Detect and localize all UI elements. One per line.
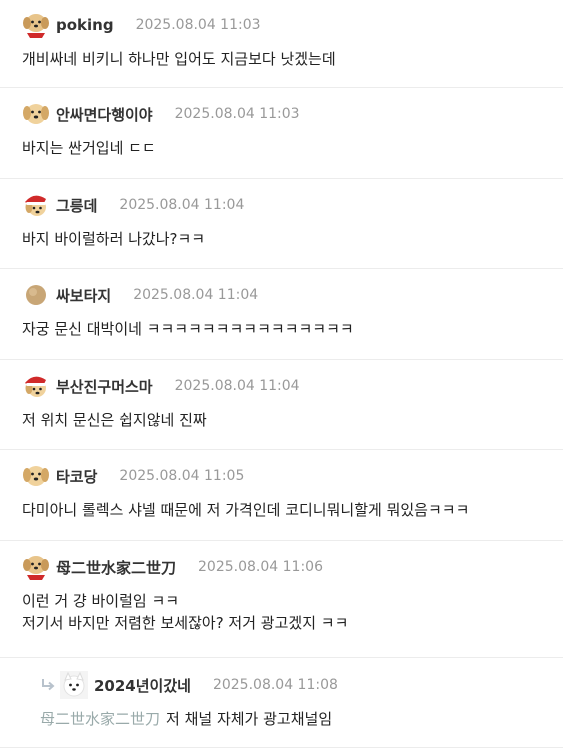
comment-author[interactable]: 2024년이갔네 bbox=[94, 675, 191, 696]
reply-arrow-icon bbox=[40, 677, 56, 693]
comment-text: 저기서 바지만 저렴한 보세잖아? 저거 광고겠지 ㅋㅋ bbox=[22, 614, 349, 632]
comment-item: 母二世水家二世刀 2025.08.04 11:06 이런 거 걍 바이럴임 ㅋㅋ… bbox=[0, 541, 563, 658]
comment-body: 자궁 문신 대박이네 ㅋㅋㅋㅋㅋㅋㅋㅋㅋㅋㅋㅋㅋㅋㅋ bbox=[22, 308, 563, 352]
comment-author[interactable]: 안싸면다행이야 bbox=[56, 104, 153, 125]
comment-text: 바지는 싼거입네 ㄷㄷ bbox=[22, 139, 156, 157]
comment-author[interactable]: 싸보타지 bbox=[56, 285, 111, 306]
comment-text: 자궁 문신 대박이네 ㅋㅋㅋㅋㅋㅋㅋㅋㅋㅋㅋㅋㅋㅋㅋ bbox=[22, 320, 354, 338]
comment-body: 바지 바이럴하러 나갔나?ㅋㅋ bbox=[22, 218, 563, 262]
comment-date: 2025.08.04 11:06 bbox=[198, 559, 323, 575]
comment-header: 그릉데 2025.08.04 11:04 bbox=[22, 192, 563, 218]
comment-date: 2025.08.04 11:05 bbox=[119, 468, 245, 484]
dog-icon[interactable] bbox=[22, 462, 50, 490]
comment-author[interactable]: 그릉데 bbox=[56, 195, 97, 216]
comment-body: 母二世水家二世刀 저 채널 자체가 광고채널임 bbox=[40, 698, 563, 742]
comment-author[interactable]: poking bbox=[56, 16, 114, 34]
white-dog-icon[interactable] bbox=[60, 671, 88, 699]
comment-author[interactable]: 母二世水家二世刀 bbox=[56, 557, 176, 578]
dog-icon[interactable] bbox=[22, 100, 50, 128]
comment-date: 2025.08.04 11:04 bbox=[174, 378, 300, 394]
comment-body: 다미아니 롤렉스 샤넬 때문에 저 가격인데 코디니뭐니할게 뭐있음ㅋㅋㅋ bbox=[22, 489, 563, 533]
comment-text: 개비싸네 비키니 하나만 입어도 지금보다 낫겠는데 bbox=[22, 50, 336, 68]
comment-date: 2025.08.04 11:03 bbox=[135, 17, 261, 33]
comment-date: 2025.08.04 11:04 bbox=[119, 197, 245, 213]
reply-item: 2024년이갔네 2025.08.04 11:08 母二世水家二世刀 저 채널 자… bbox=[0, 658, 563, 748]
comment-item: 그릉데 2025.08.04 11:04 바지 바이럴하러 나갔나?ㅋㅋ bbox=[0, 179, 563, 269]
comment-header: 2024년이갔네 2025.08.04 11:08 bbox=[40, 671, 563, 699]
comment-item: 타코당 2025.08.04 11:05 다미아니 롤렉스 샤넬 때문에 저 가… bbox=[0, 450, 563, 541]
comment-body: 저 위치 문신은 쉽지않네 진짜 bbox=[22, 399, 563, 443]
dog-santa-hat-icon[interactable] bbox=[22, 372, 50, 400]
comment-body: 바지는 싼거입네 ㄷㄷ bbox=[22, 127, 563, 171]
brown-circle-icon[interactable] bbox=[22, 281, 50, 309]
comment-body: 이런 거 걍 바이럴임 ㅋㅋ 저기서 바지만 저렴한 보세잖아? 저거 광고겠지… bbox=[22, 580, 563, 646]
comment-item: 안싸면다행이야 2025.08.04 11:03 바지는 싼거입네 ㄷㄷ bbox=[0, 88, 563, 179]
dog-red-scarf-icon[interactable] bbox=[22, 11, 50, 39]
dog-red-scarf-icon[interactable] bbox=[22, 553, 50, 581]
comment-item: 싸보타지 2025.08.04 11:04 자궁 문신 대박이네 ㅋㅋㅋㅋㅋㅋㅋ… bbox=[0, 269, 563, 360]
comment-header: 안싸면다행이야 2025.08.04 11:03 bbox=[22, 101, 563, 127]
comment-header: 母二世水家二世刀 2025.08.04 11:06 bbox=[22, 554, 563, 580]
comment-header: poking 2025.08.04 11:03 bbox=[22, 12, 563, 38]
comment-text: 저 채널 자체가 광고채널임 bbox=[166, 710, 333, 728]
reply-mention[interactable]: 母二世水家二世刀 bbox=[40, 710, 160, 728]
comment-date: 2025.08.04 11:03 bbox=[174, 106, 300, 122]
comment-date: 2025.08.04 11:04 bbox=[133, 287, 259, 303]
comment-text: 이런 거 걍 바이럴임 ㅋㅋ bbox=[22, 592, 180, 610]
comment-header: 부산진구머스마 2025.08.04 11:04 bbox=[22, 373, 563, 399]
comment-author[interactable]: 부산진구머스마 bbox=[56, 376, 153, 397]
comment-text: 바지 바이럴하러 나갔나?ㅋㅋ bbox=[22, 230, 206, 248]
comment-date: 2025.08.04 11:08 bbox=[212, 677, 338, 693]
comment-item: poking 2025.08.04 11:03 개비싸네 비키니 하나만 입어도… bbox=[0, 0, 563, 88]
comment-text: 저 위치 문신은 쉽지않네 진짜 bbox=[22, 411, 207, 429]
comment-body: 개비싸네 비키니 하나만 입어도 지금보다 낫겠는데 bbox=[22, 38, 563, 82]
comment-header: 타코당 2025.08.04 11:05 bbox=[22, 463, 563, 489]
comment-text: 다미아니 롤렉스 샤넬 때문에 저 가격인데 코디니뭐니할게 뭐있음ㅋㅋㅋ bbox=[22, 501, 470, 519]
comment-header: 싸보타지 2025.08.04 11:04 bbox=[22, 282, 563, 308]
comment-list: poking 2025.08.04 11:03 개비싸네 비키니 하나만 입어도… bbox=[0, 0, 563, 748]
comment-item: 부산진구머스마 2025.08.04 11:04 저 위치 문신은 쉽지않네 진… bbox=[0, 360, 563, 450]
dog-santa-hat-icon[interactable] bbox=[22, 191, 50, 219]
comment-author[interactable]: 타코당 bbox=[56, 466, 97, 487]
